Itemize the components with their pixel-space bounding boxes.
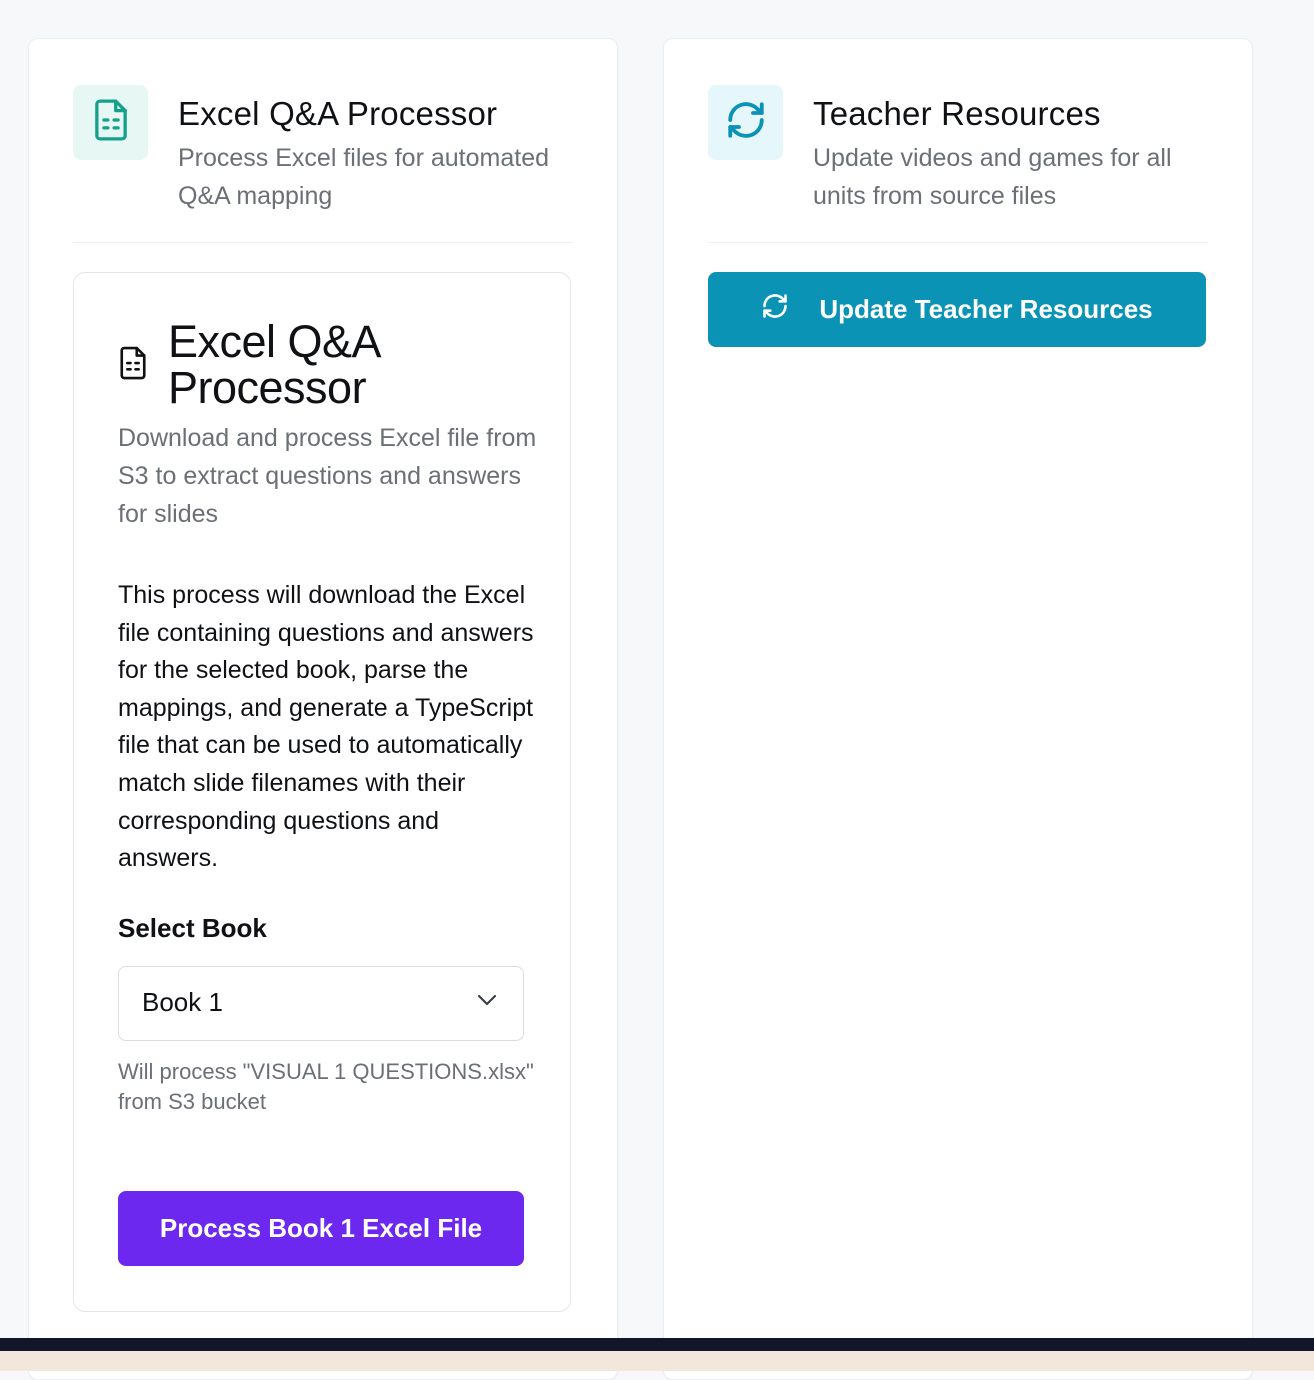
bottom-bar [0,1338,1314,1351]
update-button-label: Update Teacher Resources [819,294,1153,324]
excel-qa-processor-card: Excel Q&A Processor Process Excel files … [28,38,618,1380]
process-hint: Will process "VISUAL 1 QUESTIONS.xlsx" f… [118,1059,534,1114]
file-spreadsheet-icon [92,98,130,147]
panel-title: Excel Q&A Processor [168,316,379,413]
icon-tile [73,85,148,160]
file-spreadsheet-icon [118,345,148,386]
refresh-icon [725,99,767,146]
update-teacher-resources-button[interactable]: Update Teacher Resources [708,272,1206,347]
refresh-icon [761,292,789,327]
bottom-strip [0,1351,1314,1371]
panel-body-text: This process will download the Excel fil… [118,581,534,873]
book-select[interactable]: Book 1 [118,966,524,1041]
processor-panel: Excel Q&A Processor Download and process… [73,272,571,1312]
panel-description: Download and process Excel file from S3 … [118,424,537,528]
process-excel-button[interactable]: Process Book 1 Excel File [118,1191,524,1266]
select-book-label: Select Book [118,913,267,943]
card-title: Excel Q&A Processor [178,95,498,132]
card-subtitle: Process Excel files for automated Q&A ma… [178,144,549,210]
teacher-resources-card: Teacher Resources Update videos and game… [663,38,1253,1380]
book-select-value: Book 1 [142,987,223,1017]
card-title: Teacher Resources [813,95,1101,132]
chevron-down-icon [477,993,497,1011]
icon-tile [708,85,783,160]
card-header: Excel Q&A Processor Process Excel files … [73,85,573,243]
card-header: Teacher Resources Update videos and game… [708,85,1208,243]
card-subtitle: Update videos and games for all units fr… [813,144,1172,210]
